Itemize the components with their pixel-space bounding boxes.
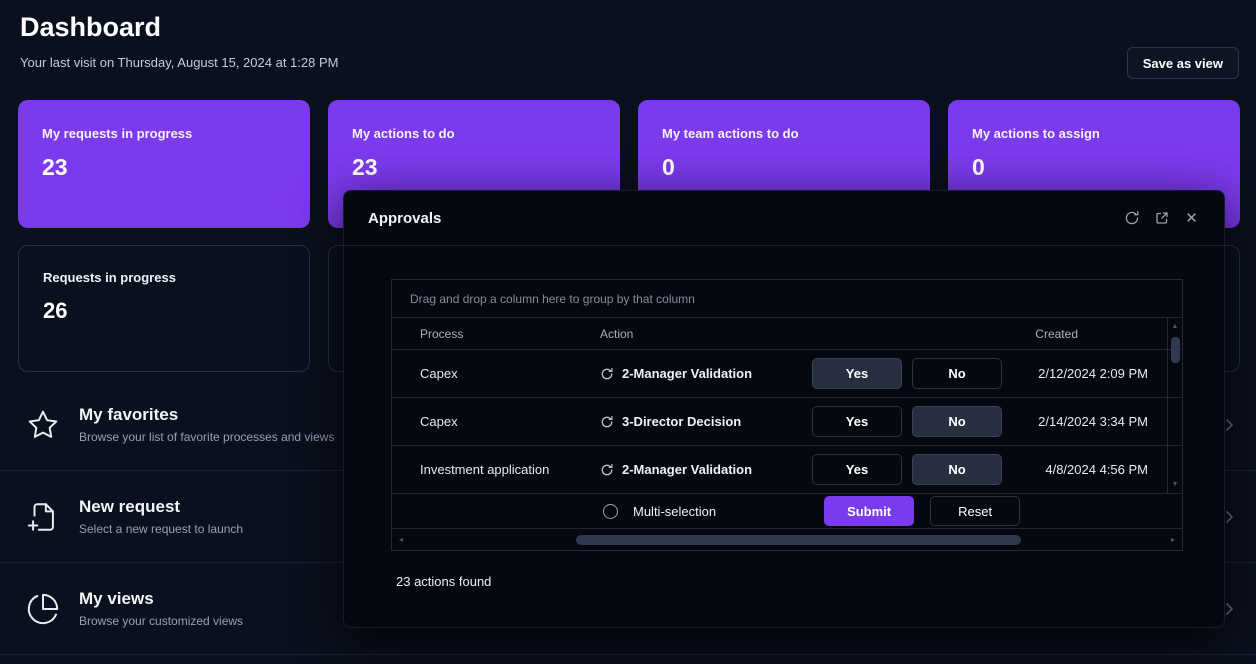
action-cell: 3-Director Decision <box>600 414 812 429</box>
card-requests-in-progress[interactable]: Requests in progress 26 <box>18 245 310 372</box>
document-plus-icon <box>26 500 60 534</box>
sync-icon <box>600 367 614 381</box>
no-button[interactable]: No <box>912 454 1002 485</box>
approvals-modal: Approvals ✕ <box>343 190 1225 628</box>
yes-button[interactable]: Yes <box>812 406 902 437</box>
table-header-row: Process Action Created <box>392 318 1182 349</box>
scroll-right-icon[interactable]: ▸ <box>1171 535 1175 544</box>
action-label: 3-Director Decision <box>622 414 741 429</box>
stat-label: My requests in progress <box>42 126 286 141</box>
no-button[interactable]: No <box>912 406 1002 437</box>
process-cell: Investment application <box>392 462 600 477</box>
star-icon <box>26 408 60 442</box>
quick-link-title: My views <box>79 589 243 609</box>
pie-chart-icon <box>26 592 60 626</box>
scroll-up-icon[interactable]: ▲ <box>1172 322 1179 332</box>
process-cell: Capex <box>392 366 600 381</box>
quick-link-title: My favorites <box>79 405 334 425</box>
close-icon[interactable]: ✕ <box>1183 210 1200 227</box>
horizontal-scrollbar-thumb[interactable] <box>576 535 1021 545</box>
yes-button[interactable]: Yes <box>812 358 902 389</box>
chevron-right-icon <box>1224 509 1234 525</box>
chevron-right-icon <box>1224 601 1234 617</box>
stat-value: 0 <box>972 154 1216 181</box>
stat-label: My actions to do <box>352 126 596 141</box>
yes-button[interactable]: Yes <box>812 454 902 485</box>
action-label: 2-Manager Validation <box>622 366 752 381</box>
stat-value: 23 <box>352 154 596 181</box>
stat-card-my-requests[interactable]: My requests in progress 23 <box>18 100 310 228</box>
process-cell: Capex <box>392 414 600 429</box>
chevron-right-icon <box>1224 417 1234 433</box>
table-row: Capex 3-Director Decision Yes No 2/14/20… <box>392 397 1182 445</box>
multi-selection-label: Multi-selection <box>633 504 716 519</box>
action-cell: 2-Manager Validation <box>600 462 812 477</box>
created-cell: 2/12/2024 2:09 PM <box>1002 366 1148 381</box>
horizontal-scrollbar[interactable]: ◂ ▸ <box>392 528 1182 550</box>
scroll-left-icon[interactable]: ◂ <box>399 535 403 544</box>
quick-link-title: New request <box>79 497 243 517</box>
quick-link-subtitle: Select a new request to launch <box>79 522 243 536</box>
dashboard-page: Dashboard Your last visit on Thursday, A… <box>0 0 1256 664</box>
table-row: Capex 2-Manager Validation Yes No 2/12/2… <box>392 349 1182 397</box>
column-header-action[interactable]: Action <box>600 327 812 341</box>
submit-button[interactable]: Submit <box>824 496 914 526</box>
save-as-view-button[interactable]: Save as view <box>1127 47 1239 79</box>
column-header-process[interactable]: Process <box>392 327 600 341</box>
sync-icon <box>600 463 614 477</box>
card-value: 26 <box>43 298 285 324</box>
last-visit-text: Your last visit on Thursday, August 15, … <box>20 55 338 70</box>
created-cell: 2/14/2024 3:34 PM <box>1002 414 1148 429</box>
refresh-icon[interactable] <box>1123 210 1140 227</box>
stat-value: 0 <box>662 154 906 181</box>
column-header-created[interactable]: Created <box>1002 327 1148 341</box>
modal-header: Approvals ✕ <box>344 191 1224 246</box>
page-title: Dashboard <box>20 12 161 43</box>
modal-title: Approvals <box>368 210 441 227</box>
vertical-scrollbar-thumb[interactable] <box>1171 337 1180 363</box>
stat-label: My actions to assign <box>972 126 1216 141</box>
quick-link-subtitle: Browse your customized views <box>79 614 243 628</box>
multi-selection-checkbox[interactable] <box>603 504 618 519</box>
table-row: Investment application 2-Manager Validat… <box>392 445 1182 493</box>
actions-found-status: 23 actions found <box>396 574 491 589</box>
table-footer-row: Multi-selection Submit Reset <box>392 493 1182 528</box>
vertical-scrollbar[interactable]: ▲ ▼ <box>1167 318 1182 494</box>
no-button[interactable]: No <box>912 358 1002 389</box>
action-label: 2-Manager Validation <box>622 462 752 477</box>
stat-label: My team actions to do <box>662 126 906 141</box>
stat-value: 23 <box>42 154 286 181</box>
quick-link-subtitle: Browse your list of favorite processes a… <box>79 430 334 444</box>
group-by-drop-zone[interactable]: Drag and drop a column here to group by … <box>392 280 1182 318</box>
approvals-table: Drag and drop a column here to group by … <box>391 279 1183 551</box>
open-in-new-icon[interactable] <box>1153 210 1170 227</box>
reset-button[interactable]: Reset <box>930 496 1020 526</box>
action-cell: 2-Manager Validation <box>600 366 812 381</box>
created-cell: 4/8/2024 4:56 PM <box>1002 462 1148 477</box>
sync-icon <box>600 415 614 429</box>
card-label: Requests in progress <box>43 270 285 285</box>
scroll-down-icon[interactable]: ▼ <box>1172 480 1179 490</box>
